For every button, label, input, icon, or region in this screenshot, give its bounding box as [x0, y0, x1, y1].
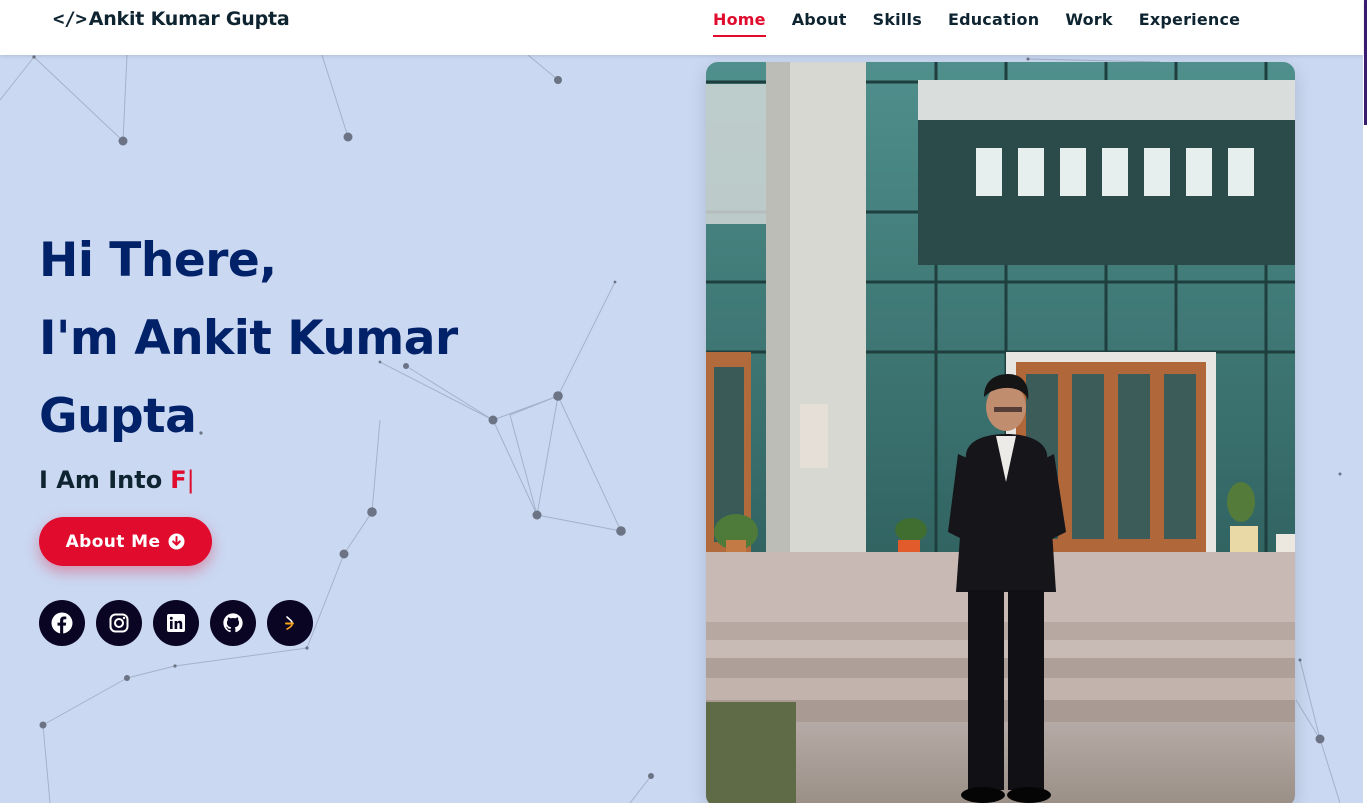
hero-heading-line2: I'm Ankit Kumar	[39, 311, 458, 366]
instagram-link[interactable]	[96, 600, 142, 646]
scrollbar[interactable]	[1363, 0, 1367, 803]
profile-photo-illustration	[706, 62, 1295, 803]
facebook-icon	[51, 612, 73, 634]
nav-work[interactable]: Work	[1065, 10, 1112, 37]
instagram-icon	[109, 613, 129, 633]
typing-prefix: I Am Into	[39, 466, 163, 494]
hero-heading-line1: Hi There,	[39, 233, 277, 288]
nav-home[interactable]: Home	[713, 10, 766, 37]
typing-text: I Am Into F |	[39, 462, 519, 498]
site-header: </> Ankit Kumar Gupta Home About Skills …	[0, 0, 1363, 55]
typing-cursor: |	[186, 466, 195, 494]
nav-skills[interactable]: Skills	[873, 10, 922, 37]
github-link[interactable]	[210, 600, 256, 646]
main-nav: Home About Skills Education Work Experie…	[713, 10, 1240, 37]
logo-text: Ankit Kumar Gupta	[88, 8, 290, 30]
hero-section: Hi There, I'm Ankit Kumar Gupta I Am Int…	[39, 222, 519, 498]
social-links	[39, 600, 313, 646]
nav-experience[interactable]: Experience	[1139, 10, 1241, 37]
hero-heading: Hi There, I'm Ankit Kumar Gupta	[39, 222, 519, 456]
facebook-link[interactable]	[39, 600, 85, 646]
nav-about[interactable]: About	[792, 10, 847, 37]
about-me-label: About Me	[65, 531, 161, 552]
logo[interactable]: </> Ankit Kumar Gupta	[53, 8, 290, 30]
about-me-button[interactable]: About Me	[39, 517, 212, 566]
code-icon: </>	[53, 8, 87, 30]
codechef-icon	[285, 616, 294, 630]
nav-education[interactable]: Education	[948, 10, 1039, 37]
codechef-link[interactable]	[267, 600, 313, 646]
linkedin-link[interactable]	[153, 600, 199, 646]
hero-heading-line3: Gupta	[39, 389, 197, 444]
github-icon	[223, 613, 243, 633]
typing-typed: F	[170, 466, 187, 494]
arrow-circle-down-icon	[168, 533, 185, 550]
profile-photo	[706, 62, 1295, 803]
linkedin-icon	[167, 614, 185, 632]
